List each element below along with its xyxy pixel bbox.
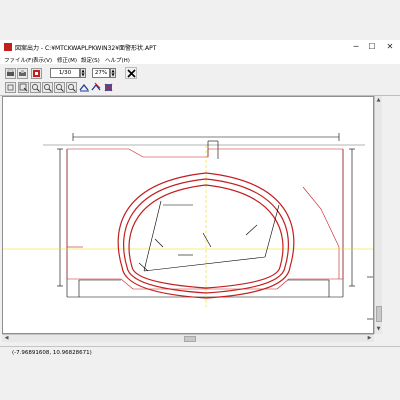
draw-blue-icon	[79, 83, 89, 92]
zoom-spin-button[interactable]: ▲ ▼	[110, 68, 116, 78]
zoom-window-button[interactable]	[18, 82, 29, 93]
draw-alt-button[interactable]	[91, 82, 102, 93]
maximize-button[interactable]: ☐	[366, 42, 378, 52]
zoom-window-icon	[68, 84, 76, 92]
printer-button[interactable]	[5, 68, 16, 79]
scroll-right-icon[interactable]: ▶	[366, 335, 373, 341]
menu-edit[interactable]: 修正(M)	[57, 56, 77, 64]
menu-view[interactable]: 表示(V)	[33, 56, 52, 64]
print-preview-button[interactable]	[17, 68, 28, 79]
close-button[interactable]: ✕	[384, 42, 396, 52]
outer-boundary	[66, 148, 344, 290]
page-spin-button[interactable]: ▲ ▼	[80, 68, 86, 78]
page-field[interactable]: 1/30	[50, 68, 80, 78]
close-x-icon	[127, 69, 136, 78]
delete-red-icon	[104, 83, 113, 92]
zoom-in-icon	[32, 84, 40, 92]
drawing-canvas[interactable]	[2, 96, 374, 334]
view-toolbar	[0, 81, 400, 96]
scroll-left-icon[interactable]: ◀	[3, 335, 10, 341]
title-bar: 図案出力 - C:¥MTCKWAPLPKWIN32¥面警形状.APT ─ ☐ ✕	[0, 40, 400, 54]
vertical-scrollbar[interactable]: ▲ ▼	[374, 96, 382, 334]
zoom-fit-icon	[56, 84, 64, 92]
select-tool-button[interactable]	[5, 82, 16, 93]
edge-marks	[367, 276, 373, 320]
scroll-down-icon[interactable]: ▼	[375, 326, 382, 332]
zoom-fit-button[interactable]	[54, 82, 65, 93]
menu-file[interactable]: ファイル(F)	[4, 56, 33, 64]
window-title: 図案出力 - C:¥MTCKWAPLPKWIN32¥面警形状.APT	[15, 45, 157, 52]
zoom-window-icon	[19, 83, 28, 92]
spin-down-icon: ▼	[111, 72, 115, 77]
spin-down-icon: ▼	[81, 72, 85, 77]
scroll-up-icon[interactable]: ▲	[375, 97, 382, 103]
vertical-scroll-thumb[interactable]	[376, 306, 382, 322]
horizontal-scrollbar[interactable]: ◀ ▶	[2, 334, 374, 342]
tunnel-section-drawing	[3, 133, 373, 320]
main-toolbar: 1/30 ▲ ▼ 27% ▲ ▼	[0, 65, 400, 82]
app-icon	[4, 43, 12, 51]
zoom-out-button[interactable]	[42, 82, 53, 93]
coordinate-readout: (-7.96891608, 10.96828671)	[12, 350, 92, 356]
zoom-all-button[interactable]	[66, 82, 77, 93]
close-view-button[interactable]	[125, 67, 137, 79]
app-window: 図案出力 - C:¥MTCKWAPLPKWIN32¥面警形状.APT ─ ☐ ✕…	[0, 0, 400, 400]
guide-lines	[3, 145, 373, 307]
zoom-field[interactable]: 27%	[92, 68, 110, 78]
delete-button[interactable]	[103, 82, 114, 93]
dimension-lines	[138, 200, 280, 272]
draw-button[interactable]	[79, 82, 90, 93]
menu-bar: ファイル(F) 表示(V) 修正(M) 設定(S) ヘルプ(H)	[0, 54, 400, 64]
select-tool-icon	[7, 84, 14, 91]
draw-blue-alt-icon	[91, 82, 101, 91]
zoom-out-icon	[44, 84, 52, 92]
minimize-button[interactable]: ─	[350, 42, 362, 52]
frame-lines	[43, 133, 365, 298]
zoom-in-button[interactable]	[30, 82, 41, 93]
export-button[interactable]	[31, 68, 42, 79]
menu-settings[interactable]: 設定(S)	[81, 56, 100, 64]
export-icon	[33, 70, 40, 77]
print-preview-icon	[19, 70, 26, 76]
printer-icon	[7, 69, 14, 76]
horizontal-scroll-thumb[interactable]	[184, 336, 196, 342]
menu-help[interactable]: ヘルプ(H)	[105, 56, 130, 64]
status-bar: (-7.96891608, 10.96828671)	[0, 346, 400, 359]
